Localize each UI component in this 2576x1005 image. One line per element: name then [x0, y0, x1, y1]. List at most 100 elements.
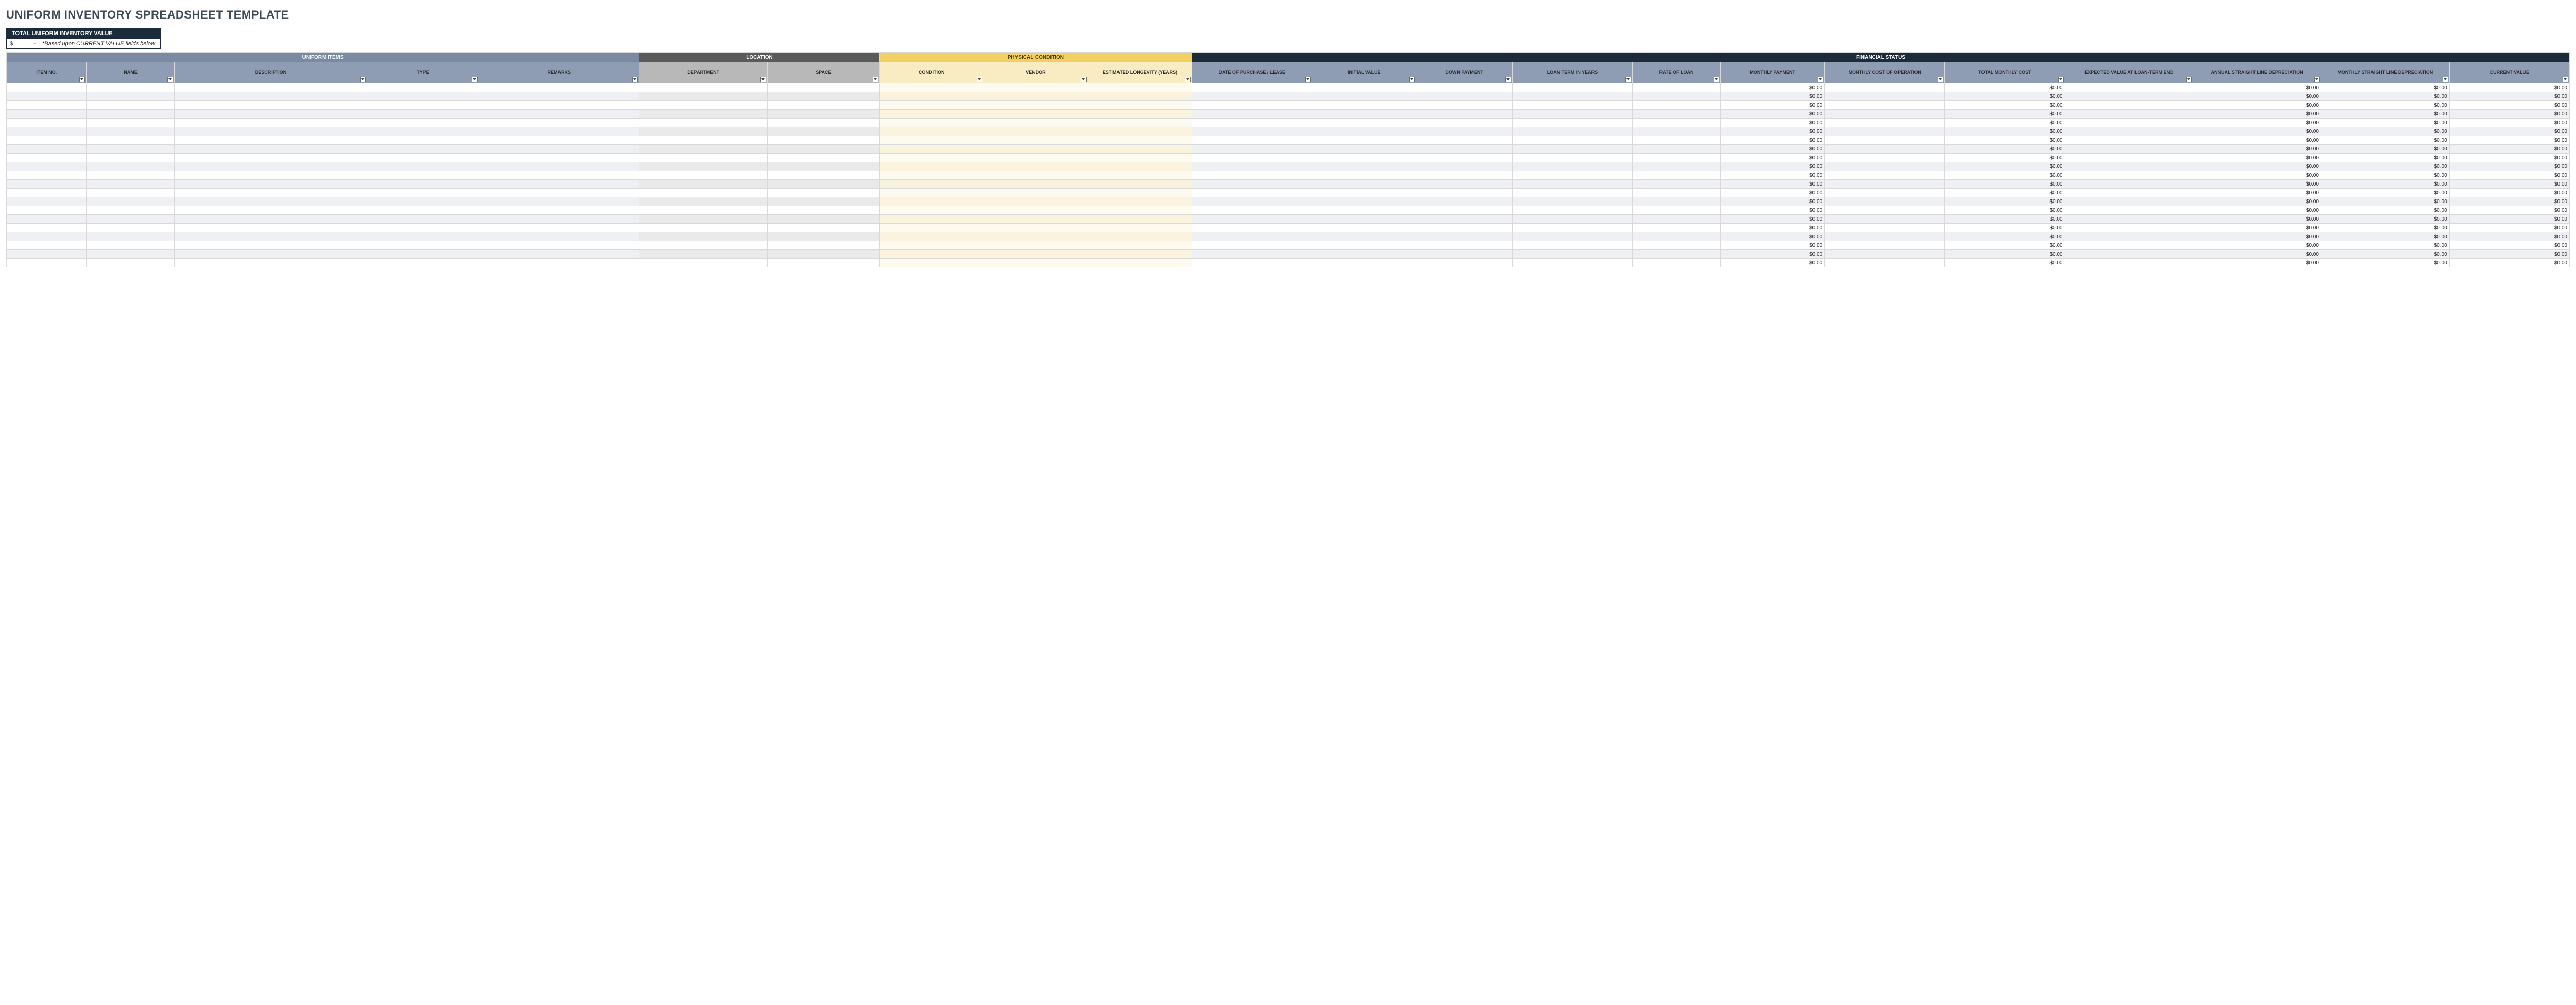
cell-type[interactable]	[367, 189, 479, 197]
cell-department[interactable]	[639, 145, 768, 154]
column-header-loan-term[interactable]: LOAN TERM IN YEARS	[1512, 62, 1632, 83]
filter-dropdown-icon[interactable]	[1081, 77, 1087, 82]
cell-monthly-payment[interactable]: $0.00	[1721, 250, 1825, 259]
cell-description[interactable]	[175, 119, 367, 127]
cell-condition[interactable]	[879, 171, 984, 180]
cell-name[interactable]	[87, 197, 175, 206]
cell-item-no[interactable]	[7, 145, 87, 154]
column-header-item-no[interactable]: ITEM NO.	[7, 62, 87, 83]
cell-monthly-cost-op[interactable]	[1825, 215, 1945, 224]
cell-loan-term[interactable]	[1512, 215, 1632, 224]
cell-space[interactable]	[768, 154, 880, 162]
cell-expected-value-end[interactable]	[2065, 154, 2193, 162]
filter-dropdown-icon[interactable]	[79, 77, 85, 82]
cell-department[interactable]	[639, 215, 768, 224]
cell-initial-value[interactable]	[1312, 154, 1416, 162]
cell-est-longevity[interactable]	[1088, 250, 1192, 259]
cell-total-monthly-cost[interactable]: $0.00	[1945, 224, 2065, 232]
cell-expected-value-end[interactable]	[2065, 259, 2193, 267]
cell-date-purchase[interactable]	[1192, 92, 1312, 101]
cell-type[interactable]	[367, 241, 479, 250]
cell-annual-sl-dep[interactable]: $0.00	[2193, 145, 2321, 154]
cell-condition[interactable]	[879, 232, 984, 241]
cell-annual-sl-dep[interactable]: $0.00	[2193, 232, 2321, 241]
cell-rate-of-loan[interactable]	[1633, 232, 1721, 241]
cell-name[interactable]	[87, 101, 175, 110]
cell-item-no[interactable]	[7, 101, 87, 110]
cell-name[interactable]	[87, 180, 175, 189]
filter-dropdown-icon[interactable]	[1409, 77, 1415, 82]
cell-description[interactable]	[175, 241, 367, 250]
cell-remarks[interactable]	[479, 92, 639, 101]
cell-vendor[interactable]	[984, 136, 1088, 145]
cell-annual-sl-dep[interactable]: $0.00	[2193, 259, 2321, 267]
cell-total-monthly-cost[interactable]: $0.00	[1945, 92, 2065, 101]
column-header-type[interactable]: TYPE	[367, 62, 479, 83]
cell-condition[interactable]	[879, 119, 984, 127]
cell-department[interactable]	[639, 110, 768, 119]
cell-est-longevity[interactable]	[1088, 197, 1192, 206]
cell-loan-term[interactable]	[1512, 136, 1632, 145]
cell-down-payment[interactable]	[1416, 250, 1513, 259]
cell-vendor[interactable]	[984, 180, 1088, 189]
cell-expected-value-end[interactable]	[2065, 197, 2193, 206]
cell-name[interactable]	[87, 189, 175, 197]
cell-initial-value[interactable]	[1312, 189, 1416, 197]
cell-name[interactable]	[87, 259, 175, 267]
cell-item-no[interactable]	[7, 127, 87, 136]
cell-current-value[interactable]: $0.00	[2449, 206, 2569, 215]
cell-rate-of-loan[interactable]	[1633, 162, 1721, 171]
cell-monthly-sl-dep[interactable]: $0.00	[2321, 83, 2449, 92]
cell-expected-value-end[interactable]	[2065, 83, 2193, 92]
cell-date-purchase[interactable]	[1192, 232, 1312, 241]
cell-remarks[interactable]	[479, 232, 639, 241]
cell-monthly-payment[interactable]: $0.00	[1721, 206, 1825, 215]
cell-type[interactable]	[367, 127, 479, 136]
cell-annual-sl-dep[interactable]: $0.00	[2193, 215, 2321, 224]
cell-total-monthly-cost[interactable]: $0.00	[1945, 154, 2065, 162]
cell-monthly-sl-dep[interactable]: $0.00	[2321, 180, 2449, 189]
cell-total-monthly-cost[interactable]: $0.00	[1945, 127, 2065, 136]
cell-loan-term[interactable]	[1512, 154, 1632, 162]
cell-annual-sl-dep[interactable]: $0.00	[2193, 101, 2321, 110]
cell-monthly-cost-op[interactable]	[1825, 92, 1945, 101]
cell-type[interactable]	[367, 232, 479, 241]
cell-department[interactable]	[639, 250, 768, 259]
cell-current-value[interactable]: $0.00	[2449, 110, 2569, 119]
cell-date-purchase[interactable]	[1192, 101, 1312, 110]
cell-current-value[interactable]: $0.00	[2449, 101, 2569, 110]
cell-total-monthly-cost[interactable]: $0.00	[1945, 110, 2065, 119]
cell-initial-value[interactable]	[1312, 180, 1416, 189]
cell-department[interactable]	[639, 189, 768, 197]
cell-monthly-payment[interactable]: $0.00	[1721, 197, 1825, 206]
filter-dropdown-icon[interactable]	[873, 77, 878, 82]
cell-monthly-cost-op[interactable]	[1825, 180, 1945, 189]
cell-department[interactable]	[639, 162, 768, 171]
cell-description[interactable]	[175, 232, 367, 241]
cell-monthly-sl-dep[interactable]: $0.00	[2321, 101, 2449, 110]
cell-monthly-sl-dep[interactable]: $0.00	[2321, 215, 2449, 224]
column-header-date-purchase[interactable]: DATE OF PURCHASE / LEASE	[1192, 62, 1312, 83]
cell-date-purchase[interactable]	[1192, 206, 1312, 215]
cell-down-payment[interactable]	[1416, 92, 1513, 101]
cell-name[interactable]	[87, 92, 175, 101]
filter-dropdown-icon[interactable]	[2058, 77, 2064, 82]
cell-item-no[interactable]	[7, 154, 87, 162]
cell-loan-term[interactable]	[1512, 232, 1632, 241]
cell-description[interactable]	[175, 83, 367, 92]
cell-down-payment[interactable]	[1416, 232, 1513, 241]
column-header-monthly-payment[interactable]: MONTHLY PAYMENT	[1721, 62, 1825, 83]
cell-expected-value-end[interactable]	[2065, 250, 2193, 259]
cell-name[interactable]	[87, 215, 175, 224]
cell-space[interactable]	[768, 197, 880, 206]
cell-rate-of-loan[interactable]	[1633, 154, 1721, 162]
cell-space[interactable]	[768, 119, 880, 127]
cell-description[interactable]	[175, 92, 367, 101]
cell-loan-term[interactable]	[1512, 241, 1632, 250]
cell-current-value[interactable]: $0.00	[2449, 145, 2569, 154]
filter-dropdown-icon[interactable]	[632, 77, 638, 82]
cell-total-monthly-cost[interactable]: $0.00	[1945, 197, 2065, 206]
cell-monthly-cost-op[interactable]	[1825, 119, 1945, 127]
cell-department[interactable]	[639, 83, 768, 92]
cell-rate-of-loan[interactable]	[1633, 92, 1721, 101]
